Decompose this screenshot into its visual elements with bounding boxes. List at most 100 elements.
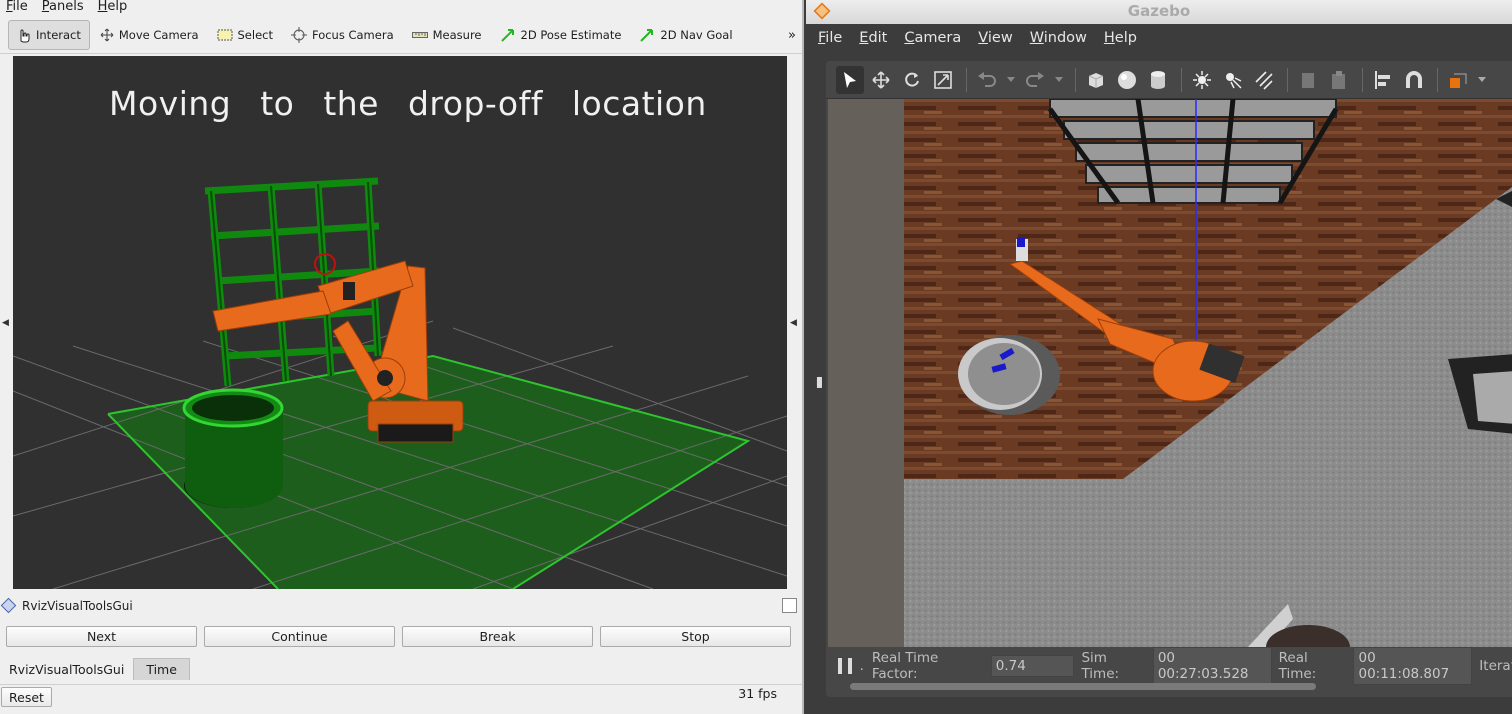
select-rect-icon	[217, 29, 232, 41]
menu-help[interactable]: Help	[98, 0, 128, 14]
box-icon	[1088, 72, 1104, 88]
copy-icon	[1302, 72, 1314, 88]
sphere-icon	[1118, 70, 1136, 89]
gazebo-logo-icon	[813, 2, 831, 20]
break-button[interactable]: Break	[402, 626, 593, 647]
right-dock-arrow-icon[interactable]: ◀	[790, 318, 797, 328]
copy-button[interactable]	[1294, 66, 1322, 94]
left-panel-splitter[interactable]: ▪ ▪ ▪	[816, 375, 823, 391]
gz-menu-edit[interactable]: Edit	[859, 30, 887, 46]
menu-panels[interactable]: Panels	[42, 0, 84, 14]
tab-time[interactable]: Time	[133, 658, 190, 680]
statusbar-horizontal-scrollbar[interactable]	[850, 683, 1316, 690]
sim-time-label: Sim Time:	[1081, 650, 1120, 682]
rviz-toolbar: Interact Move Camera Select Focus Camera…	[0, 17, 802, 54]
fps-readout: 31 fps	[738, 686, 777, 701]
pause-button[interactable]	[838, 658, 852, 674]
gazebo-statusbar: . Real Time Factor: 0.74 Sim Time: 00 00…	[826, 647, 1512, 685]
tool-2d-nav-goal[interactable]: 2D Nav Goal	[633, 20, 740, 50]
paste-icon	[1332, 70, 1345, 89]
next-button[interactable]: Next	[6, 626, 197, 647]
real-time-factor-value: 0.74	[990, 655, 1075, 677]
real-time-factor-label: Real Time Factor:	[871, 650, 939, 682]
tool-label: Select	[237, 28, 273, 42]
gazebo-render-panel: . Real Time Factor: 0.74 Sim Time: 00 00…	[826, 61, 1512, 697]
move-camera-icon	[100, 28, 114, 42]
rviz-statusbar: Reset 31 fps	[0, 684, 802, 708]
left-dock-arrow-icon[interactable]: ◀	[2, 318, 9, 328]
redo-button[interactable]	[1021, 66, 1049, 94]
insert-cylinder-button[interactable]	[1144, 66, 1172, 94]
hand-pointer-icon	[20, 29, 30, 43]
ruler-icon	[411, 32, 428, 38]
toolbar-separator	[966, 67, 967, 92]
sim-time-value: 00 00:27:03.528	[1152, 647, 1272, 685]
translate-mode-button[interactable]	[867, 66, 895, 94]
reset-button[interactable]: Reset	[1, 687, 52, 707]
directional-light-button[interactable]	[1250, 66, 1278, 94]
directional-light-icon	[1255, 70, 1273, 90]
gazebo-toolbar	[826, 61, 1512, 99]
rotate-icon	[905, 72, 919, 87]
view-cube-icon	[1450, 73, 1467, 88]
paste-button[interactable]	[1325, 66, 1353, 94]
tool-label: Measure	[432, 28, 482, 42]
undo-history-button[interactable]	[1004, 66, 1018, 94]
gz-menu-help[interactable]: Help	[1104, 30, 1137, 46]
rotate-mode-button[interactable]	[898, 66, 926, 94]
menu-file[interactable]: File	[6, 0, 28, 14]
rviz-bottom-tabs: RvizVisualToolsGui Time	[0, 657, 190, 681]
tool-label: 2D Nav Goal	[660, 28, 733, 42]
focus-camera-icon	[290, 27, 307, 43]
point-light-button[interactable]	[1188, 66, 1216, 94]
align-button[interactable]	[1369, 66, 1397, 94]
tool-label: Interact	[36, 28, 81, 42]
select-mode-button[interactable]	[836, 65, 864, 94]
real-time-value: 00 00:11:08.807	[1353, 647, 1473, 685]
tab-rviz-visual-tools-gui[interactable]: RvizVisualToolsGui	[0, 657, 134, 681]
gazebo-menubar: File Edit Camera View Window Help	[806, 24, 1512, 52]
gazebo-window: Gazebo File Edit Camera View Window Help…	[806, 0, 1512, 714]
scale-icon	[934, 70, 952, 89]
panel-diamond-icon	[0, 597, 17, 614]
gz-menu-camera[interactable]: Camera	[904, 30, 961, 46]
toolbar-separator	[1181, 67, 1182, 92]
step-marker: .	[859, 658, 864, 674]
tool-interact[interactable]: Interact	[8, 20, 90, 50]
redo-history-button[interactable]	[1052, 66, 1066, 94]
scale-mode-button[interactable]	[929, 66, 957, 94]
continue-button[interactable]: Continue	[204, 626, 395, 647]
cylinder-icon	[1151, 70, 1165, 89]
tool-focus-camera[interactable]: Focus Camera	[285, 20, 402, 50]
stop-button[interactable]: Stop	[600, 626, 791, 647]
insert-box-button[interactable]	[1082, 66, 1110, 94]
tool-select[interactable]: Select	[211, 20, 281, 50]
gz-menu-window[interactable]: Window	[1030, 30, 1087, 46]
tool-measure[interactable]: Measure	[406, 20, 490, 50]
rviz-menubar: File Panels Help	[0, 0, 802, 14]
spot-light-button[interactable]	[1219, 66, 1247, 94]
iterations-label: Iterat	[1479, 658, 1512, 674]
snap-button[interactable]	[1400, 66, 1428, 94]
tool-move-camera[interactable]: Move Camera	[94, 20, 207, 50]
rviz-visual-tools-buttons: Next Continue Break Stop	[6, 626, 798, 647]
panel-float-button[interactable]	[782, 598, 797, 613]
rviz-scene	[13, 177, 787, 589]
view-angle-button[interactable]	[1444, 66, 1472, 94]
gazebo-title: Gazebo	[1127, 2, 1191, 20]
cursor-arrow-icon	[844, 71, 856, 88]
gz-menu-file[interactable]: File	[818, 30, 842, 46]
view-angle-menu-button[interactable]	[1475, 66, 1489, 94]
rviz-3d-viewport[interactable]: Moving to the drop-off location	[13, 56, 787, 589]
sun-light-icon	[1193, 70, 1211, 89]
toolbar-overflow-button[interactable]: »	[788, 28, 796, 43]
undo-button[interactable]	[973, 66, 1001, 94]
gazebo-3d-scene[interactable]	[828, 99, 1512, 647]
insert-sphere-button[interactable]	[1113, 66, 1141, 94]
tool-label: 2D Pose Estimate	[520, 28, 622, 42]
tool-2d-pose-estimate[interactable]: 2D Pose Estimate	[494, 20, 630, 50]
gz-menu-view[interactable]: View	[978, 30, 1012, 46]
gazebo-titlebar: Gazebo	[806, 0, 1512, 24]
undo-icon	[978, 71, 996, 87]
chevron-down-icon	[1007, 76, 1015, 82]
